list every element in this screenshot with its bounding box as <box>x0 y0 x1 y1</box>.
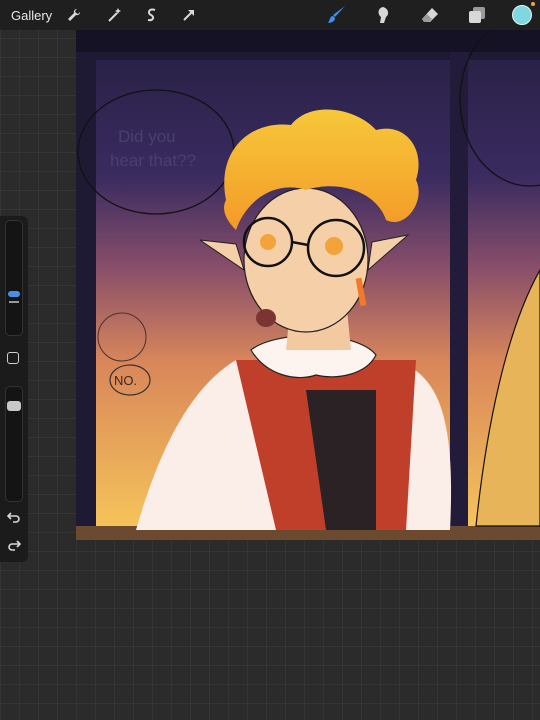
opacity-slider[interactable] <box>5 386 23 502</box>
brush-icon[interactable] <box>326 4 348 26</box>
eye-right <box>325 237 343 255</box>
bubble-main-text-2: hear that?? <box>110 151 196 170</box>
gallery-button[interactable]: Gallery <box>11 8 57 23</box>
brush-size-thumb[interactable] <box>8 291 20 297</box>
brush-size-slider[interactable] <box>5 220 23 336</box>
bubble-main-text-1: Did you <box>118 127 176 146</box>
redo-icon[interactable] <box>7 538 22 552</box>
bubble-small-text: NO. <box>114 373 137 388</box>
magic-wand-icon[interactable] <box>103 4 125 26</box>
eraser-icon[interactable] <box>419 4 441 26</box>
top-toolbar: Gallery <box>0 0 540 30</box>
color-picker-icon[interactable] <box>512 5 532 25</box>
character-mouth <box>256 309 276 327</box>
wrench-icon[interactable] <box>63 4 85 26</box>
notification-dot <box>531 2 535 6</box>
brush-size-indicator <box>9 301 19 303</box>
modify-square-icon[interactable] <box>7 352 19 364</box>
eye-left <box>260 234 276 250</box>
layers-icon[interactable] <box>466 4 488 26</box>
undo-icon[interactable] <box>6 510 21 524</box>
opacity-thumb[interactable] <box>7 401 21 411</box>
smudge-icon[interactable] <box>372 4 394 26</box>
transform-arrow-icon[interactable] <box>178 4 200 26</box>
window-mullion <box>450 30 468 526</box>
drawing-canvas[interactable]: Did you hear that?? NO. <box>76 30 540 540</box>
left-sidebar <box>0 216 28 562</box>
selection-icon[interactable] <box>141 4 163 26</box>
